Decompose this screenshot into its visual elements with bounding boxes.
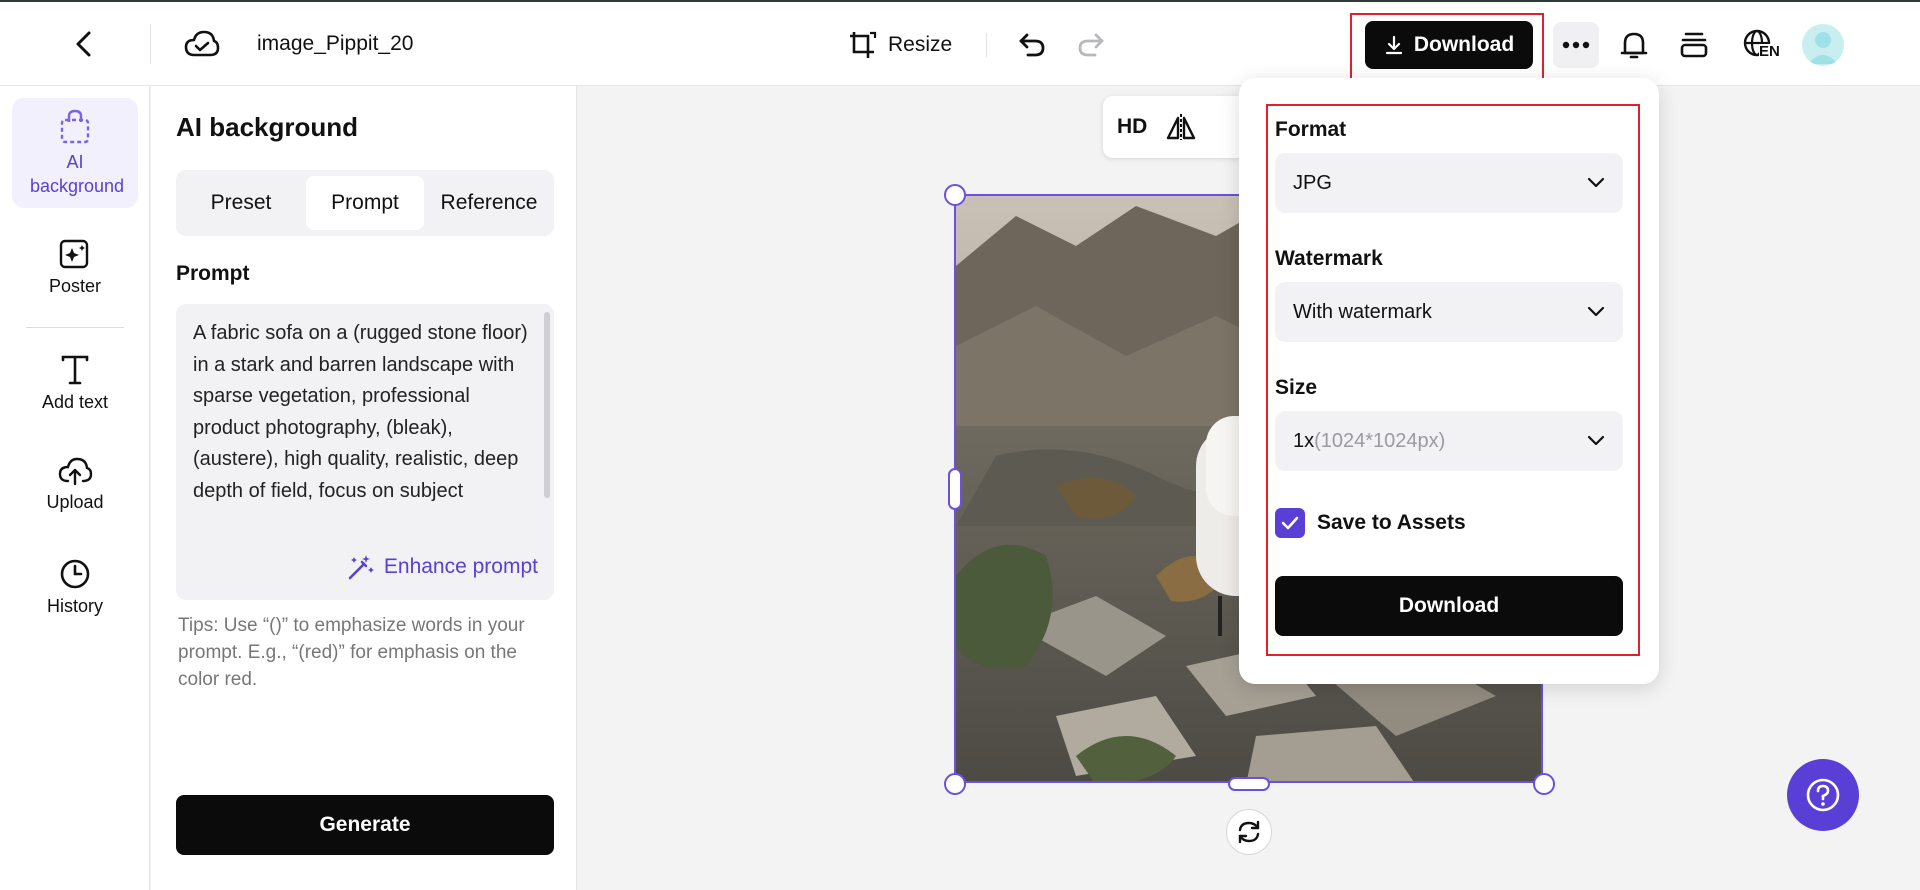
magic-wand-icon xyxy=(348,555,374,580)
poster-icon xyxy=(59,239,89,269)
prompt-input-box[interactable]: A fabric sofa on a (rugged stone floor) … xyxy=(176,304,554,600)
resize-handle-top-left[interactable] xyxy=(944,184,966,206)
watermark-value: With watermark xyxy=(1293,300,1432,323)
nav-divider xyxy=(26,327,124,328)
redo-button[interactable] xyxy=(1071,26,1111,64)
undo-button[interactable] xyxy=(1012,26,1052,64)
enhance-prompt-button[interactable]: Enhance prompt xyxy=(346,552,538,582)
cloud-sync-button[interactable] xyxy=(180,24,224,64)
layers-button[interactable] xyxy=(1673,24,1715,66)
flip-icon[interactable] xyxy=(1165,112,1197,142)
rotate-icon xyxy=(1238,820,1260,844)
nav-item-ai-background[interactable]: AI background xyxy=(12,98,138,208)
bell-icon xyxy=(1620,32,1648,59)
nav-label: Poster xyxy=(48,276,102,296)
cloud-check-icon xyxy=(184,30,220,57)
nav-label: AI background xyxy=(30,152,125,196)
chevron-down-icon xyxy=(1587,435,1605,446)
nav-label: Add text xyxy=(41,392,109,412)
tab-reference[interactable]: Reference xyxy=(430,176,548,230)
hd-button[interactable]: HD xyxy=(1117,115,1147,139)
size-value: 1x xyxy=(1293,429,1315,452)
prompt-label: Prompt xyxy=(176,262,250,285)
prompt-tips: Tips: Use “()” to emphasize words in you… xyxy=(178,615,525,690)
left-navigation: AI background Poster Add text Upload His… xyxy=(0,86,150,890)
avatar[interactable] xyxy=(1802,24,1844,66)
rotate-button[interactable] xyxy=(1226,809,1272,855)
download-label: Download xyxy=(1413,33,1515,56)
resize-handle-bottom-right[interactable] xyxy=(1533,773,1555,795)
nav-label: Upload xyxy=(46,492,104,512)
language-badge: EN xyxy=(1759,43,1780,60)
chevron-down-icon xyxy=(1587,177,1605,188)
mode-tabs: Preset Prompt Reference xyxy=(176,170,554,236)
bag-icon xyxy=(60,109,90,144)
resize-handle-bottom-left[interactable] xyxy=(944,773,966,795)
nav-item-upload[interactable]: Upload xyxy=(12,456,138,513)
watermark-select[interactable]: With watermark xyxy=(1275,282,1623,342)
tab-preset[interactable]: Preset xyxy=(182,176,300,230)
panel-title: AI background xyxy=(176,112,359,142)
ai-background-panel: AI background Preset Prompt Reference Pr… xyxy=(151,86,577,890)
prompt-scrollbar[interactable] xyxy=(544,312,550,498)
divider xyxy=(150,24,151,64)
size-label: Size xyxy=(1275,376,1318,399)
more-options-button[interactable] xyxy=(1553,22,1599,68)
save-to-assets-option[interactable]: Save to Assets xyxy=(1275,508,1466,538)
chevron-down-icon xyxy=(1587,306,1605,317)
text-icon xyxy=(61,355,89,385)
notifications-button[interactable] xyxy=(1613,24,1655,66)
resize-handle-left[interactable] xyxy=(948,468,962,510)
layers-icon xyxy=(1680,32,1708,58)
resize-handle-bottom[interactable] xyxy=(1228,777,1270,791)
undo-icon xyxy=(1019,33,1045,57)
language-button[interactable]: EN xyxy=(1733,22,1785,68)
tab-prompt[interactable]: Prompt xyxy=(306,176,424,230)
save-to-assets-label: Save to Assets xyxy=(1317,511,1466,534)
prompt-textarea[interactable]: A fabric sofa on a (rugged stone floor) … xyxy=(193,318,539,530)
nav-item-poster[interactable]: Poster xyxy=(12,238,138,297)
watermark-label: Watermark xyxy=(1275,247,1383,270)
download-icon xyxy=(1385,35,1402,55)
divider xyxy=(986,33,987,57)
format-select[interactable]: JPG xyxy=(1275,153,1623,213)
back-button[interactable] xyxy=(66,26,102,62)
format-value: JPG xyxy=(1293,171,1332,194)
resize-button[interactable]: Resize xyxy=(848,24,952,66)
more-horizontal-icon xyxy=(1562,41,1590,49)
chevron-left-icon xyxy=(76,31,91,57)
clock-icon xyxy=(60,559,90,589)
size-value-group: 1x(1024*1024px) xyxy=(1293,430,1445,453)
size-select[interactable]: 1x(1024*1024px) xyxy=(1275,411,1623,471)
size-detail: (1024*1024px) xyxy=(1314,429,1446,452)
generate-button[interactable]: Generate xyxy=(176,795,554,855)
cloud-upload-icon xyxy=(58,457,93,486)
document-title[interactable]: image_Pippit_20 xyxy=(257,32,417,56)
check-icon xyxy=(1281,516,1299,530)
format-label: Format xyxy=(1275,118,1347,141)
nav-item-add-text[interactable]: Add text xyxy=(12,354,138,413)
user-avatar-icon xyxy=(1808,32,1838,64)
confirm-download-button[interactable]: Download xyxy=(1275,576,1623,636)
redo-icon xyxy=(1078,33,1104,57)
canvas-toolbar: HD xyxy=(1103,96,1253,158)
download-menu: Format JPG Watermark With watermark Size… xyxy=(1239,78,1659,684)
resize-label: Resize xyxy=(888,33,953,56)
top-bar: image_Pippit_20 Resize Download EN xyxy=(0,0,1920,86)
help-icon xyxy=(1806,778,1840,812)
enhance-prompt-label: Enhance prompt xyxy=(383,555,538,578)
help-button[interactable] xyxy=(1787,759,1859,831)
nav-label: History xyxy=(46,596,103,616)
resize-icon xyxy=(850,31,877,58)
nav-item-history[interactable]: History xyxy=(12,558,138,617)
download-button[interactable]: Download xyxy=(1365,21,1533,69)
save-to-assets-checkbox[interactable] xyxy=(1275,508,1305,538)
